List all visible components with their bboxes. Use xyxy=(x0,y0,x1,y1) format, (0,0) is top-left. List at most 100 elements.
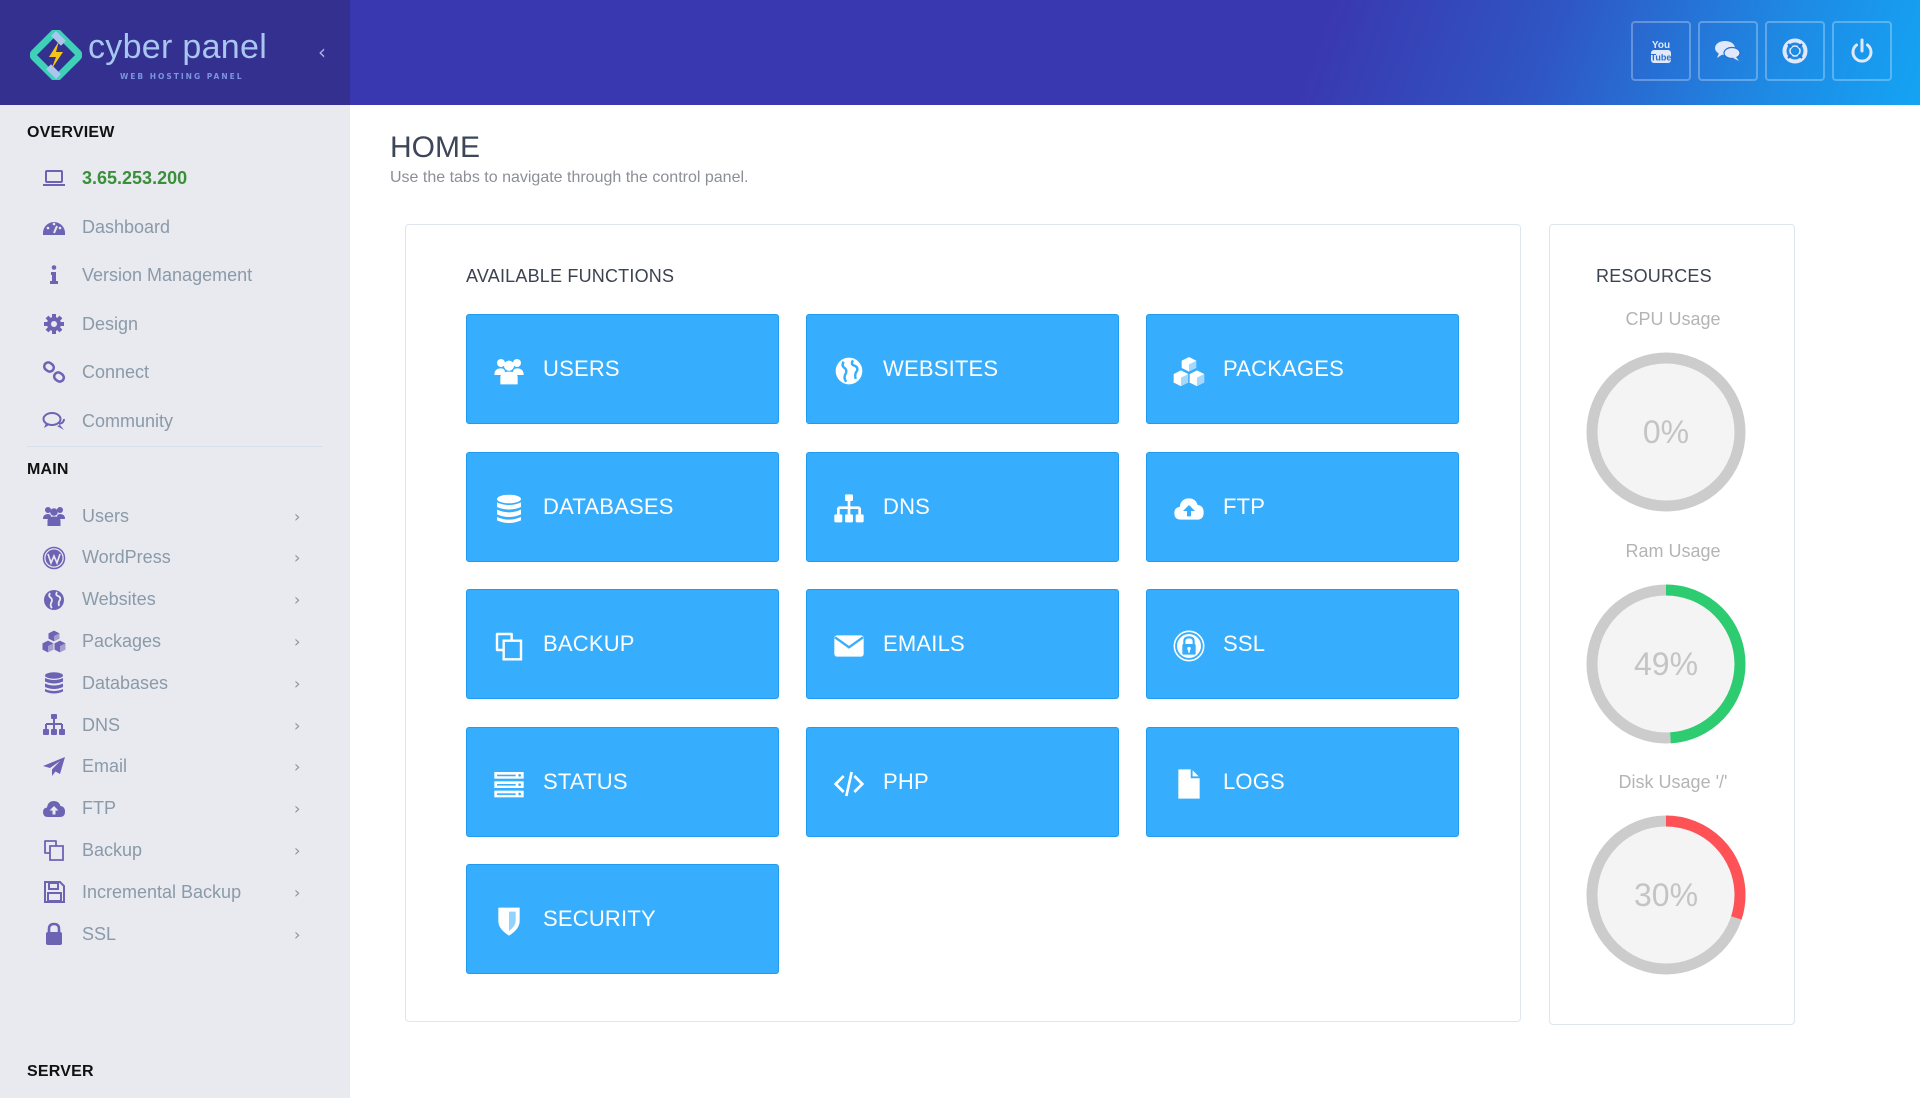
database-icon xyxy=(493,493,525,525)
sidebar-item-dashboard[interactable]: Dashboard xyxy=(0,205,350,249)
chevron-right-icon: › xyxy=(294,840,301,860)
sidebar-item-wordpress[interactable]: WordPress › xyxy=(0,536,350,580)
svg-text:Tube: Tube xyxy=(1651,53,1672,63)
copy-icon xyxy=(40,838,68,862)
cubes-icon xyxy=(1173,355,1205,387)
sidebar-item-backup[interactable]: Backup › xyxy=(0,828,350,872)
server-icon xyxy=(493,768,525,800)
chevron-right-icon: › xyxy=(294,506,301,526)
chevron-right-icon: › xyxy=(294,715,301,735)
tile-label: SSL xyxy=(1223,631,1266,656)
sidebar-item-label: Incremental Backup xyxy=(82,881,242,902)
sidebar-item-ftp[interactable]: FTP › xyxy=(0,787,350,831)
tile-databases[interactable]: DATABASES xyxy=(466,452,779,562)
gear-icon xyxy=(40,312,68,336)
chevron-right-icon: › xyxy=(294,590,301,610)
chevron-right-icon: › xyxy=(294,799,301,819)
sidebar-item-packages[interactable]: Packages › xyxy=(0,619,350,663)
sidebar-item-websites[interactable]: Websites › xyxy=(0,578,350,622)
tile-ssl[interactable]: SSL xyxy=(1146,589,1459,699)
sidebar-item-community[interactable]: Community xyxy=(0,399,350,443)
tile-users[interactable]: USERS xyxy=(466,314,779,424)
floppy-icon xyxy=(40,880,68,904)
sidebar-item-server-ip[interactable]: 3.65.253.200 xyxy=(0,156,350,200)
sitemap-icon xyxy=(40,713,68,737)
section-main: MAIN xyxy=(27,461,69,478)
sidebar-item-users[interactable]: Users › xyxy=(0,494,350,538)
sidebar-item-connect[interactable]: Connect xyxy=(0,350,350,394)
gauge-label: Disk Usage '/' xyxy=(1618,772,1728,792)
comments-icon xyxy=(40,409,68,433)
sidebar-item-incremental-backup[interactable]: Incremental Backup › xyxy=(0,870,350,914)
svg-text:You: You xyxy=(1652,40,1670,51)
chevron-right-icon: › xyxy=(294,924,301,944)
tile-label: FTP xyxy=(1223,494,1266,519)
tile-label: WEBSITES xyxy=(883,356,999,381)
life-ring-icon xyxy=(1782,38,1808,64)
tile-status[interactable]: STATUS xyxy=(466,727,779,837)
chat-bubbles-icon xyxy=(1715,41,1741,61)
info-icon xyxy=(40,263,68,287)
gauge-value: 49% xyxy=(1633,646,1699,682)
sidebar: OVERVIEW 3.65.253.200 Dashboard Version … xyxy=(0,105,350,1098)
sitemap-icon xyxy=(833,493,865,525)
chevron-right-icon: › xyxy=(294,757,301,777)
app-root: cyber panel WEB HOSTING PANEL ‹ You Tube xyxy=(0,0,1920,1098)
shield-icon xyxy=(493,905,525,937)
sidebar-item-label: Websites xyxy=(82,589,156,610)
tile-label: BACKUP xyxy=(543,631,635,656)
tile-label: DNS xyxy=(883,494,931,519)
section-server: SERVER xyxy=(27,1063,94,1080)
youtube-button[interactable]: You Tube xyxy=(1631,21,1691,81)
collapse-sidebar-button[interactable]: ‹ xyxy=(312,40,332,64)
sidebar-item-label: Email xyxy=(82,756,128,777)
sidebar-item-design[interactable]: Design xyxy=(0,302,350,346)
sidebar-item-label: Connect xyxy=(82,361,150,382)
tile-php[interactable]: PHP xyxy=(806,727,1119,837)
tile-backup[interactable]: BACKUP xyxy=(466,589,779,699)
chevron-left-icon: ‹ xyxy=(318,40,326,64)
sidebar-item-label: Community xyxy=(82,410,174,431)
laptop-icon xyxy=(40,166,68,190)
tile-emails[interactable]: EMAILS xyxy=(806,589,1119,699)
community-chat-button[interactable] xyxy=(1698,21,1758,81)
resources-card: RESOURCES CPU Usage 0% Ram Usage 49% Disk … xyxy=(1549,224,1795,1025)
support-button[interactable] xyxy=(1765,21,1825,81)
tile-label: DATABASES xyxy=(543,494,674,519)
chevron-right-icon: › xyxy=(294,631,301,651)
lock-icon xyxy=(40,922,68,946)
globe-icon xyxy=(833,355,865,387)
tile-label: SECURITY xyxy=(543,906,656,931)
gauge-value: 30% xyxy=(1633,877,1699,913)
sidebar-item-ssl[interactable]: SSL › xyxy=(0,912,350,956)
power-icon xyxy=(1851,38,1873,63)
link-icon xyxy=(40,360,68,384)
brand-area: cyber panel WEB HOSTING PANEL ‹ xyxy=(0,0,350,105)
tile-label: EMAILS xyxy=(883,631,965,656)
sidebar-item-label: DNS xyxy=(82,714,121,735)
sidebar-item-email[interactable]: Email › xyxy=(0,745,350,789)
chevron-right-icon: › xyxy=(294,673,301,693)
code-icon xyxy=(833,768,865,800)
tile-label: PHP xyxy=(883,769,929,794)
paper-plane-icon xyxy=(40,755,68,779)
youtube-icon: You Tube xyxy=(1651,40,1672,63)
section-overview: OVERVIEW xyxy=(27,124,115,141)
sidebar-item-version-management[interactable]: Version Management xyxy=(0,253,350,297)
cyberpanel-logo-icon xyxy=(30,30,82,80)
wordpress-icon xyxy=(40,546,68,570)
tile-ftp[interactable]: FTP xyxy=(1146,452,1459,562)
sidebar-item-dns[interactable]: DNS › xyxy=(0,703,350,747)
tile-packages[interactable]: PACKAGES xyxy=(1146,314,1459,424)
tile-websites[interactable]: WEBSITES xyxy=(806,314,1119,424)
tile-dns[interactable]: DNS xyxy=(806,452,1119,562)
functions-title: AVAILABLE FUNCTIONS xyxy=(466,266,675,286)
tile-security[interactable]: SECURITY xyxy=(466,864,779,974)
copy-icon xyxy=(493,630,525,662)
file-icon xyxy=(1173,768,1205,800)
tile-logs[interactable]: LOGS xyxy=(1146,727,1459,837)
usage-gauge: 30% xyxy=(1584,813,1748,977)
sidebar-item-databases[interactable]: Databases › xyxy=(0,661,350,705)
lock-circle-icon xyxy=(1173,630,1205,662)
logout-button[interactable] xyxy=(1832,21,1892,81)
